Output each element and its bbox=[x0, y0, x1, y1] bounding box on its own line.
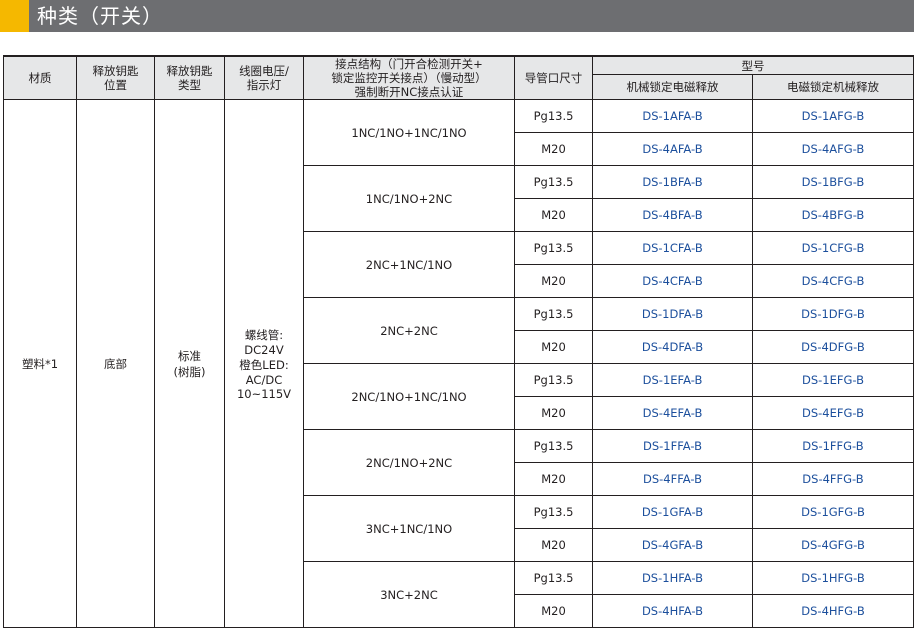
cell-conduit-size: Pg13.5 bbox=[514, 99, 593, 133]
header-conduit-size: 导管口尺寸 bbox=[514, 55, 593, 100]
cell-model-mech-lock: DS-1CFA-B bbox=[592, 231, 753, 265]
table-body: 塑料*1 底部 标准 (树脂) 螺线管: DC24V 橙色LED: AC/DC 10~… bbox=[3, 99, 914, 628]
cell-release-key-type: 标准 (树脂) bbox=[154, 99, 225, 628]
cell-model-mech-lock: DS-4BFA-B bbox=[592, 198, 753, 232]
cell-conduit-size: Pg13.5 bbox=[514, 165, 593, 199]
cell-model-mech-lock: DS-1EFA-B bbox=[592, 363, 753, 397]
cell-conduit-size: M20 bbox=[514, 330, 593, 364]
header-model: 型号 bbox=[592, 55, 914, 76]
cell-conduit-size: Pg13.5 bbox=[514, 231, 593, 265]
cell-model-elec-lock: DS-1AFG-B bbox=[752, 99, 914, 133]
cell-model-mech-lock: DS-1HFA-B bbox=[592, 561, 753, 595]
cell-model-mech-lock: DS-1FFA-B bbox=[592, 429, 753, 463]
cell-model-mech-lock: DS-1BFA-B bbox=[592, 165, 753, 199]
cell-model-elec-lock: DS-4GFG-B bbox=[752, 528, 914, 562]
cell-conduit-size: Pg13.5 bbox=[514, 561, 593, 595]
cell-conduit-size: M20 bbox=[514, 594, 593, 628]
cell-conduit-size: M20 bbox=[514, 528, 593, 562]
cell-model-elec-lock: DS-1DFG-B bbox=[752, 297, 914, 331]
cell-contact-structure: 3NC+1NC/1NO bbox=[303, 495, 515, 562]
cell-model-mech-lock: DS-4GFA-B bbox=[592, 528, 753, 562]
header-elec-lock: 电磁锁定机械释放 bbox=[752, 74, 914, 100]
cell-model-mech-lock: DS-4CFA-B bbox=[592, 264, 753, 298]
cell-model-elec-lock: DS-4AFG-B bbox=[752, 132, 914, 166]
cell-contact-structure: 2NC/1NO+2NC bbox=[303, 429, 515, 496]
cell-conduit-size: M20 bbox=[514, 396, 593, 430]
cell-conduit-size: Pg13.5 bbox=[514, 429, 593, 463]
cell-conduit-size: Pg13.5 bbox=[514, 363, 593, 397]
header-mech-lock: 机械锁定电磁释放 bbox=[592, 74, 753, 100]
table-row: 塑料*1 底部 标准 (树脂) 螺线管: DC24V 橙色LED: AC/DC 10~… bbox=[3, 99, 914, 628]
cell-contact-structure: 2NC+1NC/1NO bbox=[303, 231, 515, 298]
cell-conduit-size: M20 bbox=[514, 264, 593, 298]
cell-contact-structure: 2NC/1NO+1NC/1NO bbox=[303, 363, 515, 430]
cell-model-elec-lock: DS-1FFG-B bbox=[752, 429, 914, 463]
cell-model-elec-lock: DS-4EFG-B bbox=[752, 396, 914, 430]
cell-model-elec-lock: DS-4HFG-B bbox=[752, 594, 914, 628]
cell-model-mech-lock: DS-4EFA-B bbox=[592, 396, 753, 430]
cell-model-elec-lock: DS-4CFG-B bbox=[752, 264, 914, 298]
cell-contact-structure: 1NC/1NO+1NC/1NO bbox=[303, 99, 515, 166]
section-title: 种类（开关） bbox=[37, 4, 163, 28]
header-release-key-position: 释放钥匙 位置 bbox=[76, 55, 155, 100]
title-accent-block bbox=[0, 0, 29, 32]
cell-conduit-size: M20 bbox=[514, 462, 593, 496]
cell-model-elec-lock: DS-4BFG-B bbox=[752, 198, 914, 232]
cell-contact-structure: 3NC+2NC bbox=[303, 561, 515, 628]
cell-contact-structure: 1NC/1NO+2NC bbox=[303, 165, 515, 232]
cell-model-mech-lock: DS-4FFA-B bbox=[592, 462, 753, 496]
cell-model-mech-lock: DS-1AFA-B bbox=[592, 99, 753, 133]
header-contact-structure: 接点结构（门开合检测开关+ 锁定监控开关接点）（慢动型） 强制断开NC接点认证 bbox=[303, 55, 515, 100]
header-coil-voltage: 线圈电压/ 指示灯 bbox=[224, 55, 304, 100]
cell-model-elec-lock: DS-4FFG-B bbox=[752, 462, 914, 496]
cell-model-mech-lock: DS-4DFA-B bbox=[592, 330, 753, 364]
cell-model-elec-lock: DS-1GFG-B bbox=[752, 495, 914, 529]
header-release-key-type: 释放钥匙 类型 bbox=[154, 55, 225, 100]
section-title-bar: 种类（开关） bbox=[0, 0, 914, 32]
cell-model-elec-lock: DS-1CFG-B bbox=[752, 231, 914, 265]
header-material: 材质 bbox=[3, 55, 77, 100]
cell-release-key-position: 底部 bbox=[76, 99, 155, 628]
cell-model-mech-lock: DS-1GFA-B bbox=[592, 495, 753, 529]
cell-conduit-size: Pg13.5 bbox=[514, 297, 593, 331]
cell-conduit-size: M20 bbox=[514, 132, 593, 166]
switch-type-table: 材质 释放钥匙 位置 释放钥匙 类型 线圈电压/ 指示灯 接点结构（门开合检测开… bbox=[3, 55, 914, 628]
cell-material: 塑料*1 bbox=[3, 99, 77, 628]
cell-model-mech-lock: DS-4AFA-B bbox=[592, 132, 753, 166]
cell-conduit-size: Pg13.5 bbox=[514, 495, 593, 529]
cell-contact-structure: 2NC+2NC bbox=[303, 297, 515, 364]
cell-model-mech-lock: DS-4HFA-B bbox=[592, 594, 753, 628]
cell-model-elec-lock: DS-1EFG-B bbox=[752, 363, 914, 397]
cell-model-elec-lock: DS-1BFG-B bbox=[752, 165, 914, 199]
cell-conduit-size: M20 bbox=[514, 198, 593, 232]
cell-coil-voltage: 螺线管: DC24V 橙色LED: AC/DC 10~115V bbox=[224, 99, 304, 628]
cell-model-elec-lock: DS-1HFG-B bbox=[752, 561, 914, 595]
cell-model-elec-lock: DS-4DFG-B bbox=[752, 330, 914, 364]
cell-model-mech-lock: DS-1DFA-B bbox=[592, 297, 753, 331]
